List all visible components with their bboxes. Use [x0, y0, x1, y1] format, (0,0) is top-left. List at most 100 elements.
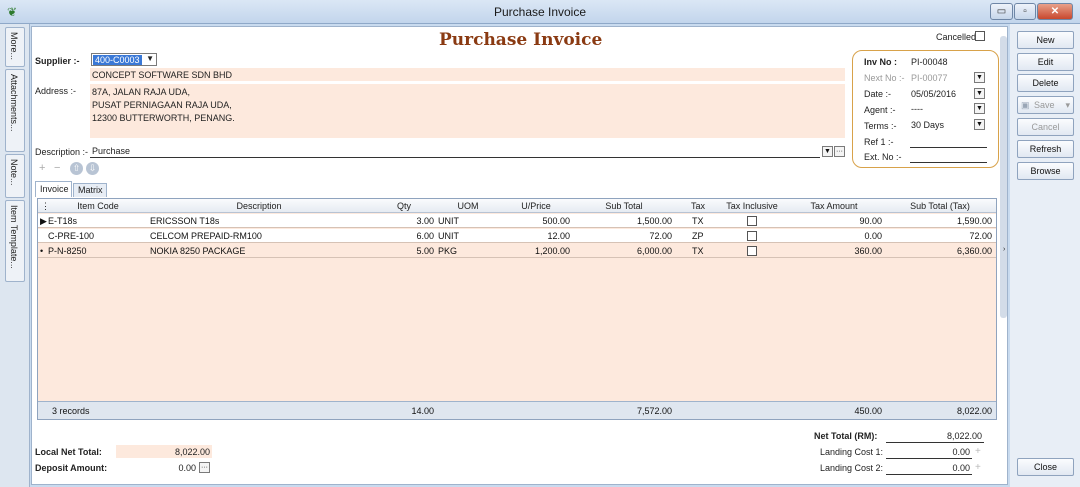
- tax-inclusive-checkbox[interactable]: [747, 216, 757, 226]
- terms-value[interactable]: 30 Days: [911, 120, 944, 130]
- cell-uom[interactable]: UNIT: [438, 231, 459, 241]
- deposit-more-button[interactable]: ···: [199, 462, 210, 473]
- new-button[interactable]: New: [1017, 31, 1074, 49]
- tab-item-template[interactable]: Item Template...: [5, 200, 25, 282]
- next-no-dropdown-icon[interactable]: ▼: [974, 72, 985, 83]
- chevron-down-icon: ▼: [146, 54, 154, 63]
- cell-item-code[interactable]: P-N-8250: [48, 246, 87, 256]
- tax-inclusive-checkbox[interactable]: [747, 246, 757, 256]
- chevron-down-icon[interactable]: ▾: [1065, 97, 1070, 113]
- landing-cost-1-plus-icon[interactable]: +: [975, 447, 985, 457]
- cell-tax-amount[interactable]: 360.00: [784, 246, 882, 256]
- column-chooser-icon[interactable]: ⋮: [41, 201, 50, 212]
- close-window-button[interactable]: ✕: [1037, 3, 1073, 20]
- arrow-up-icon[interactable]: ⇧: [70, 162, 83, 175]
- cell-qty[interactable]: 6.00: [372, 231, 434, 241]
- cancelled-checkbox[interactable]: [975, 31, 985, 41]
- table-row[interactable]: ▶ E-T18s ERICSSON T18s 3.00 UNIT 500.00 …: [38, 214, 996, 228]
- col-uprice[interactable]: U/Price: [500, 201, 572, 211]
- save-button[interactable]: ▣ Save ▾: [1017, 96, 1074, 114]
- deposit-value[interactable]: 0.00: [116, 463, 196, 473]
- col-uom[interactable]: UOM: [438, 201, 498, 211]
- table-row[interactable]: C-PRE-100 CELCOM PREPAID-RM100 6.00 UNIT…: [38, 229, 996, 243]
- vertical-scrollbar[interactable]: [1000, 36, 1007, 318]
- cell-sub-total[interactable]: 1,500.00: [574, 216, 672, 226]
- close-button[interactable]: Close: [1017, 458, 1074, 476]
- cell-sub-total[interactable]: 6,000.00: [574, 246, 672, 256]
- tax-inclusive-checkbox[interactable]: [747, 231, 757, 241]
- tab-attachments[interactable]: Attachments...: [5, 69, 25, 152]
- table-row[interactable]: • P-N-8250 NOKIA 8250 PACKAGE 5.00 PKG 1…: [38, 244, 996, 258]
- arrow-down-icon[interactable]: ⇩: [86, 162, 99, 175]
- date-picker-icon[interactable]: ▼: [974, 88, 985, 99]
- col-item-code[interactable]: Item Code: [50, 201, 146, 211]
- cell-tax[interactable]: ZP: [692, 231, 704, 241]
- footer-sub-total: 7,572.00: [636, 406, 672, 416]
- minus-icon[interactable]: −: [54, 162, 66, 174]
- cell-item-code[interactable]: C-PRE-100: [48, 231, 94, 241]
- cell-tax-amount[interactable]: 90.00: [784, 216, 882, 226]
- landing-cost-2-label: Landing Cost 2:: [820, 463, 884, 473]
- inv-no-value[interactable]: PI-00048: [911, 57, 948, 67]
- minimize-button[interactable]: ▭: [990, 3, 1013, 20]
- description-dropdown-icon[interactable]: ▼: [822, 146, 833, 157]
- cell-sub-total-tax[interactable]: 1,590.00: [886, 216, 992, 226]
- description-more-button[interactable]: ···: [834, 146, 845, 157]
- cell-item-code[interactable]: E-T18s: [48, 216, 77, 226]
- landing-cost-2-plus-icon[interactable]: +: [975, 463, 985, 473]
- cell-uprice[interactable]: 1,200.00: [500, 246, 570, 256]
- maximize-button[interactable]: ▫: [1014, 3, 1036, 20]
- tab-more[interactable]: More...: [5, 27, 25, 67]
- description-value: Purchase: [92, 146, 131, 156]
- landing-cost-1-value[interactable]: 0.00: [886, 447, 970, 457]
- cell-description[interactable]: ERICSSON T18s: [150, 216, 219, 226]
- cell-sub-total[interactable]: 72.00: [574, 231, 672, 241]
- col-sub-total-tax[interactable]: Sub Total (Tax): [886, 201, 994, 211]
- cell-sub-total-tax[interactable]: 6,360.00: [886, 246, 992, 256]
- cell-qty[interactable]: 3.00: [372, 216, 434, 226]
- landing-cost-2-value[interactable]: 0.00: [886, 463, 970, 473]
- cell-qty[interactable]: 5.00: [372, 246, 434, 256]
- tab-invoice[interactable]: Invoice: [35, 181, 72, 197]
- tab-matrix[interactable]: Matrix: [73, 183, 107, 197]
- cell-uom[interactable]: PKG: [438, 246, 457, 256]
- agent-dropdown-icon[interactable]: ▼: [974, 103, 985, 114]
- address-line-2: PUSAT PERNIAGAAN RAJA UDA,: [92, 100, 232, 110]
- col-description[interactable]: Description: [148, 201, 370, 211]
- address-field[interactable]: [90, 84, 845, 138]
- cell-uprice[interactable]: 500.00: [500, 216, 570, 226]
- col-sub-total[interactable]: Sub Total: [574, 201, 674, 211]
- edit-button[interactable]: Edit: [1017, 53, 1074, 71]
- plus-icon[interactable]: +: [39, 162, 51, 174]
- cell-sub-total-tax[interactable]: 72.00: [886, 231, 992, 241]
- cell-tax[interactable]: TX: [692, 216, 704, 226]
- col-tax[interactable]: Tax: [676, 201, 720, 211]
- refresh-button[interactable]: Refresh: [1017, 140, 1074, 158]
- agent-label: Agent :-: [864, 105, 896, 115]
- cell-description[interactable]: CELCOM PREPAID-RM100: [150, 231, 262, 241]
- col-qty[interactable]: Qty: [372, 201, 436, 211]
- cell-uprice[interactable]: 12.00: [500, 231, 570, 241]
- inv-no-label: Inv No :: [864, 57, 897, 67]
- address-label: Address :-: [35, 86, 77, 96]
- terms-dropdown-icon[interactable]: ▼: [974, 119, 985, 130]
- cell-tax[interactable]: TX: [692, 246, 704, 256]
- window-titlebar: ❦ Purchase Invoice ▭ ▫ ✕: [0, 0, 1080, 24]
- description-underline: [90, 157, 820, 158]
- address-line-1: 87A, JALAN RAJA UDA,: [92, 87, 191, 97]
- cancelled-label: Cancelled: [936, 32, 977, 42]
- supplier-code-dropdown[interactable]: 400-C0003 ▼: [91, 53, 157, 66]
- agent-value[interactable]: ----: [911, 104, 923, 114]
- cell-tax-amount[interactable]: 0.00: [784, 231, 882, 241]
- browse-button[interactable]: Browse: [1017, 162, 1074, 180]
- cancel-button[interactable]: Cancel: [1017, 118, 1074, 136]
- cell-description[interactable]: NOKIA 8250 PACKAGE: [150, 246, 245, 256]
- splitter-arrow-icon[interactable]: ›: [1003, 246, 1005, 253]
- delete-button[interactable]: Delete: [1017, 74, 1074, 92]
- date-value[interactable]: 05/05/2016: [911, 89, 956, 99]
- net-total-value: 8,022.00: [946, 431, 982, 441]
- cell-uom[interactable]: UNIT: [438, 216, 459, 226]
- col-tax-amount[interactable]: Tax Amount: [784, 201, 884, 211]
- col-tax-inclusive[interactable]: Tax Inclusive: [722, 201, 782, 211]
- tab-note[interactable]: Note...: [5, 154, 25, 198]
